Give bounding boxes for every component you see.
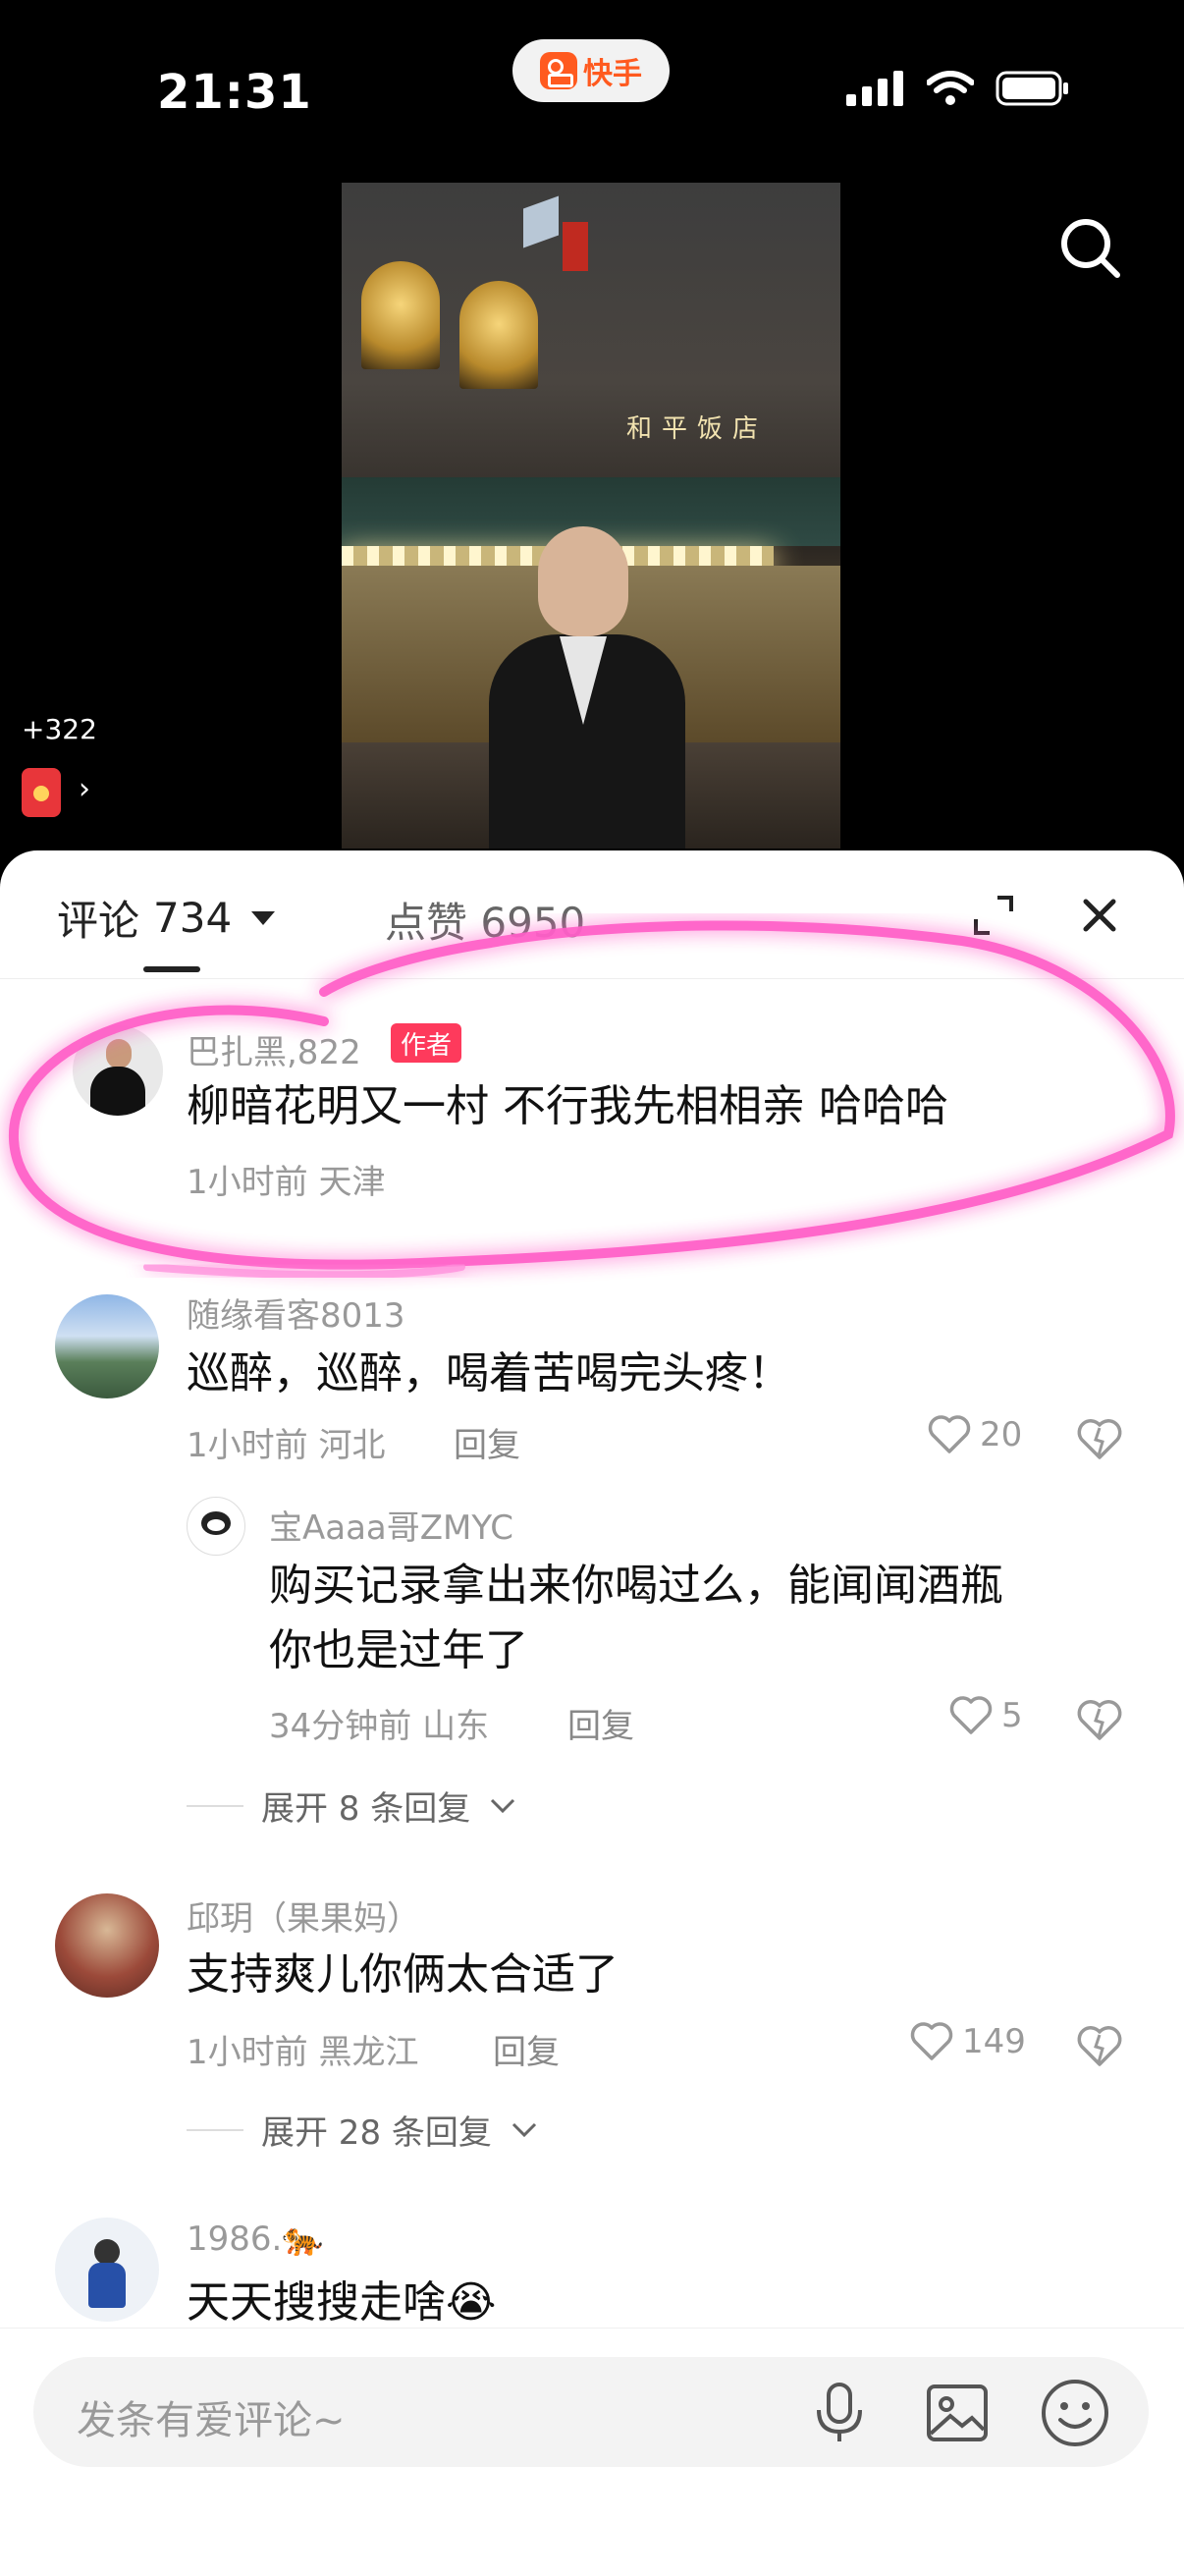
chevron-down-icon: [511, 2122, 536, 2137]
dislike-heart-icon[interactable]: [1076, 2023, 1123, 2070]
video-player[interactable]: 和平饭店: [342, 183, 840, 849]
app-name: 快手: [583, 57, 642, 91]
tab-underline: [143, 966, 200, 972]
wifi-icon: [927, 71, 974, 105]
tab-likes-count: 6950: [480, 899, 586, 947]
avatar[interactable]: [55, 1294, 159, 1398]
battery-icon: [996, 71, 1068, 106]
heart-icon: [928, 1415, 971, 1453]
sheet-header: 评论 734 点赞 6950: [0, 850, 1184, 978]
expand-replies-label: 展开 8 条回复: [261, 1789, 471, 1829]
search-icon[interactable]: [1056, 214, 1123, 281]
expand-replies-button[interactable]: 展开 8 条回复: [187, 1781, 517, 1830]
like-count: 20: [980, 1415, 1023, 1454]
reply-text[interactable]: 购买记录拿出来你喝过么，能闻闻酒瓶: [269, 1554, 1003, 1618]
reply-button[interactable]: 回复: [493, 2025, 560, 2073]
reply-meta: 34分钟前 山东: [269, 1707, 490, 1746]
kuaishou-logo-icon: [540, 52, 577, 89]
comment-meta: 1小时前 河北: [187, 1426, 386, 1465]
signal-icon: [846, 71, 903, 106]
expand-icon[interactable]: [972, 894, 1015, 937]
dislike-heart-icon[interactable]: [1076, 1697, 1123, 1744]
comment-username[interactable]: 邱玥（果果妈）: [187, 1891, 420, 1940]
like-button[interactable]: 20: [927, 1414, 1022, 1455]
avatar[interactable]: [55, 1893, 159, 1998]
hotel-sign: 和平饭店: [626, 414, 769, 444]
avatar[interactable]: [187, 1497, 245, 1556]
reply-button[interactable]: 回复: [567, 1699, 634, 1747]
red-envelope-icon[interactable]: [22, 768, 61, 817]
emoji-icon[interactable]: [1039, 2377, 1111, 2449]
reply-button[interactable]: 回复: [454, 1418, 520, 1466]
caret-down-icon: [251, 910, 276, 925]
avatar[interactable]: [55, 2218, 159, 2322]
comment-username[interactable]: 巴扎黑,822: [187, 1025, 361, 1073]
flag: [563, 222, 588, 271]
like-button[interactable]: 5: [948, 1695, 1023, 1736]
like-count: 149: [962, 2022, 1026, 2061]
microphone-icon[interactable]: [807, 2381, 872, 2445]
close-icon[interactable]: [1076, 892, 1123, 939]
reward-count: +322: [22, 713, 97, 745]
chevron-down-icon: [491, 1798, 515, 1813]
tab-comments[interactable]: 评论 734: [57, 888, 276, 948]
like-button[interactable]: 149: [909, 2021, 1026, 2062]
tab-likes-label: 点赞: [385, 899, 468, 947]
tab-likes[interactable]: 点赞 6950: [385, 890, 585, 950]
author-badge: 作者: [391, 1023, 462, 1063]
expand-replies-label: 展开 28 条回复: [261, 2113, 492, 2153]
person-head: [538, 526, 628, 636]
status-icons: [846, 71, 1070, 106]
building-window: [459, 281, 538, 389]
tab-comments-label: 评论: [57, 897, 140, 945]
comment-text[interactable]: 柳暗花明又一村 不行我先相相亲 哈哈哈: [187, 1074, 948, 1139]
avatar[interactable]: [73, 1025, 163, 1116]
app-badge: 快手: [512, 39, 670, 102]
comment-username[interactable]: 随缘看客8013: [187, 1288, 405, 1337]
expand-line: [187, 2128, 243, 2131]
expand-line: [187, 1804, 243, 1807]
heart-icon: [949, 1696, 993, 1734]
comment-username[interactable]: 1986.🐅: [187, 2220, 324, 2259]
reply-username[interactable]: 宝Aaaa哥ZMYC: [269, 1501, 513, 1549]
expand-replies-button[interactable]: 展开 28 条回复: [187, 2106, 539, 2154]
comment-text[interactable]: 巡醉，巡醉，喝着苦喝完头疼！: [187, 1342, 791, 1406]
comment-sheet: 评论 734 点赞 6950 巴扎黑,822 作者 柳暗花明又一村 不行我先相相…: [0, 850, 1184, 2575]
reply-text[interactable]: 你也是过年了: [269, 1618, 528, 1683]
like-count: 5: [1001, 1696, 1023, 1735]
building-window: [361, 261, 440, 369]
heart-icon: [910, 2022, 953, 2060]
image-icon[interactable]: [923, 2379, 992, 2447]
comment-input-placeholder[interactable]: 发条有爱评论~: [77, 2388, 346, 2445]
divider: [0, 978, 1184, 979]
comment-meta: 1小时前 黑龙江: [187, 2033, 419, 2072]
comment-text[interactable]: 支持爽儿你俩太合适了: [187, 1943, 619, 2007]
status-time: 21:31: [157, 65, 312, 120]
comment-meta: 1小时前 天津: [187, 1163, 386, 1202]
comment-text[interactable]: 天天搜搜走啥😭: [187, 2271, 496, 2335]
flag: [523, 195, 559, 248]
dislike-heart-icon[interactable]: [1076, 1416, 1123, 1463]
reward-arrow[interactable]: ›: [79, 772, 90, 806]
tab-comments-count: 734: [153, 894, 233, 942]
